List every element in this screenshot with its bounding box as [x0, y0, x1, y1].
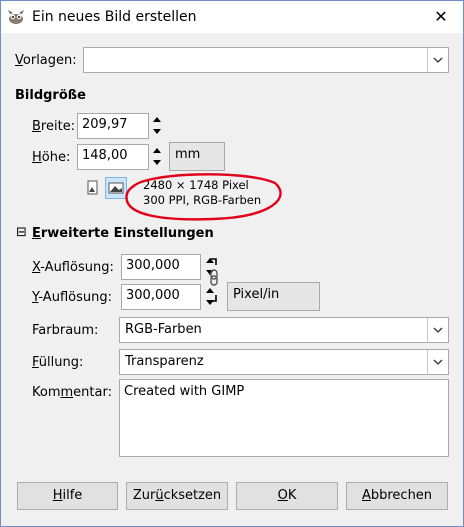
red-annotation-circle — [125, 173, 282, 221]
spin-up-icon[interactable] — [151, 144, 163, 156]
ok-button[interactable]: OK — [236, 482, 338, 510]
resolution-unit-value: Pixel/in — [233, 287, 280, 302]
comment-label: Kommentar: — [32, 385, 112, 400]
chevron-down-icon — [427, 350, 448, 374]
window-title: Ein neues Bild erstellen — [32, 9, 197, 25]
portrait-button[interactable] — [83, 178, 101, 198]
chevron-down-icon — [427, 318, 448, 342]
reset-button[interactable]: Zurücksetzen — [126, 482, 228, 510]
height-label: Höhe: — [32, 150, 71, 165]
chain-link-button[interactable] — [208, 257, 220, 305]
width-input[interactable]: 209,97 — [77, 113, 149, 139]
colorspace-select[interactable]: RGB-Farben — [119, 317, 449, 343]
height-spinner[interactable] — [151, 144, 163, 168]
size-unit-value: mm — [175, 147, 201, 162]
spin-up-icon[interactable] — [151, 113, 163, 125]
fill-label: Füllung: — [32, 355, 84, 370]
height-input[interactable]: 148,00 — [77, 144, 149, 170]
spin-down-icon[interactable] — [151, 125, 163, 137]
gimp-icon — [8, 10, 24, 24]
xres-input[interactable]: 300,000 — [121, 254, 201, 280]
image-size-heading: Bildgröße — [15, 88, 86, 103]
close-icon: ✕ — [434, 7, 448, 26]
chevron-down-icon — [427, 48, 448, 72]
cancel-button[interactable]: Abbrechen — [346, 482, 448, 510]
close-button[interactable]: ✕ — [419, 1, 463, 33]
yres-label: Y-Auflösung: — [32, 290, 112, 305]
colorspace-label: Farbraum: — [32, 323, 99, 338]
chain-link-icon — [210, 258, 218, 302]
new-image-dialog: Ein neues Bild erstellen ✕ Vorlagen: Bil… — [0, 0, 464, 527]
width-label: Breite: — [32, 119, 76, 134]
yres-input[interactable]: 300,000 — [121, 284, 201, 310]
xres-label: X-Auflösung: — [32, 260, 114, 275]
fill-value: Transparenz — [125, 354, 204, 369]
help-button[interactable]: Hilfe — [17, 482, 118, 510]
fill-select[interactable]: Transparenz — [119, 349, 449, 375]
width-spinner[interactable] — [151, 113, 163, 137]
size-unit-select[interactable]: mm — [169, 142, 225, 171]
comment-textarea[interactable]: Created with GIMP — [119, 379, 449, 457]
resolution-unit-select[interactable]: Pixel/in — [227, 282, 320, 311]
expander-icon[interactable]: ⊟ — [16, 225, 27, 240]
advanced-settings-heading[interactable]: Erweiterte Einstellungen — [32, 226, 214, 241]
title-bar: Ein neues Bild erstellen ✕ — [1, 1, 463, 33]
templates-select[interactable] — [83, 47, 449, 73]
colorspace-value: RGB-Farben — [125, 322, 202, 337]
portrait-icon — [87, 180, 98, 195]
templates-label: Vorlagen: — [15, 53, 77, 68]
spin-down-icon[interactable] — [151, 156, 163, 168]
